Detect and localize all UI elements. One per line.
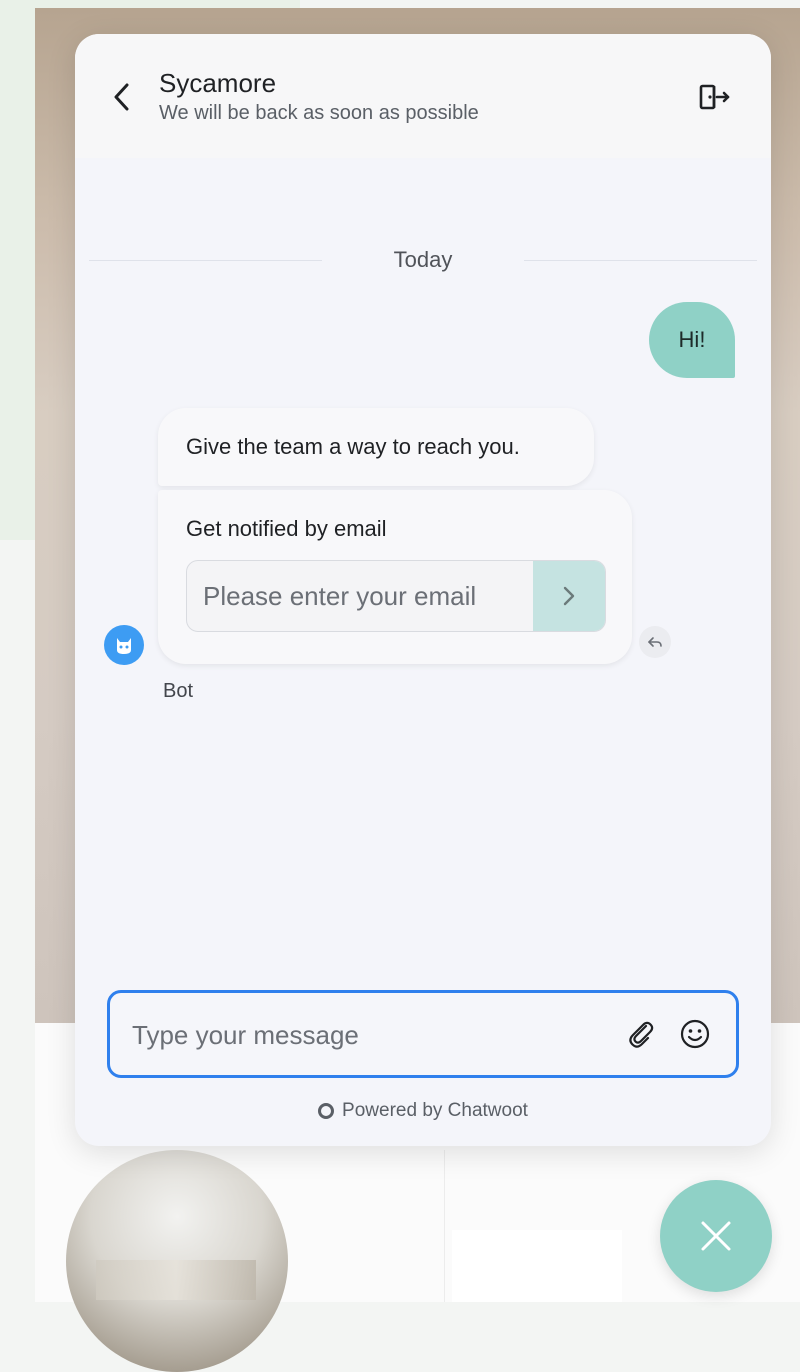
user-message: Hi!: [649, 302, 735, 378]
chat-title: Sycamore: [159, 68, 277, 98]
bot-message: Give the team a way to reach you.: [158, 408, 594, 486]
chat-subtitle: We will be back as soon as possible: [159, 102, 479, 124]
email-form: [186, 560, 606, 632]
chat-header: Sycamore We will be back as soon as poss…: [75, 34, 771, 158]
back-button[interactable]: [109, 80, 135, 114]
date-label: Today: [393, 247, 453, 272]
bot-sender-name: Bot: [163, 680, 194, 702]
attach-button[interactable]: [622, 1015, 660, 1053]
powered-by-text: Powered by Chatwoot: [342, 1100, 528, 1121]
chatwoot-logo-icon: [318, 1103, 335, 1119]
bot-icon: [117, 638, 131, 654]
powered-by[interactable]: Powered by Chatwoot: [75, 1100, 771, 1122]
page-card: [452, 1230, 622, 1302]
email-form-label: Get notified by email: [186, 516, 387, 541]
chevron-left-icon: [114, 83, 129, 111]
message-composer: [107, 990, 739, 1078]
smiley-icon: [680, 1019, 710, 1049]
exit-icon: [699, 84, 730, 110]
email-input[interactable]: [187, 561, 531, 631]
paperclip-icon: [629, 1021, 654, 1048]
separator-line: [524, 259, 757, 261]
separator-line: [89, 259, 322, 261]
close-widget-button[interactable]: [660, 1180, 772, 1292]
page-divider: [444, 1150, 445, 1302]
email-submit-button[interactable]: [533, 561, 605, 631]
date-separator: Today: [89, 240, 757, 280]
reply-button[interactable]: [639, 626, 671, 658]
end-conversation-button[interactable]: [695, 80, 735, 114]
background-room-photo: [66, 1150, 288, 1372]
emoji-button[interactable]: [676, 1015, 714, 1053]
message-input[interactable]: [130, 993, 604, 1077]
chat-widget: Sycamore We will be back as soon as poss…: [75, 34, 771, 1146]
bot-avatar: [104, 625, 144, 665]
email-collect-card: Get notified by email: [158, 490, 632, 664]
chevron-right-icon: [563, 586, 575, 606]
close-icon: [701, 1221, 731, 1251]
reply-icon: [648, 637, 662, 647]
